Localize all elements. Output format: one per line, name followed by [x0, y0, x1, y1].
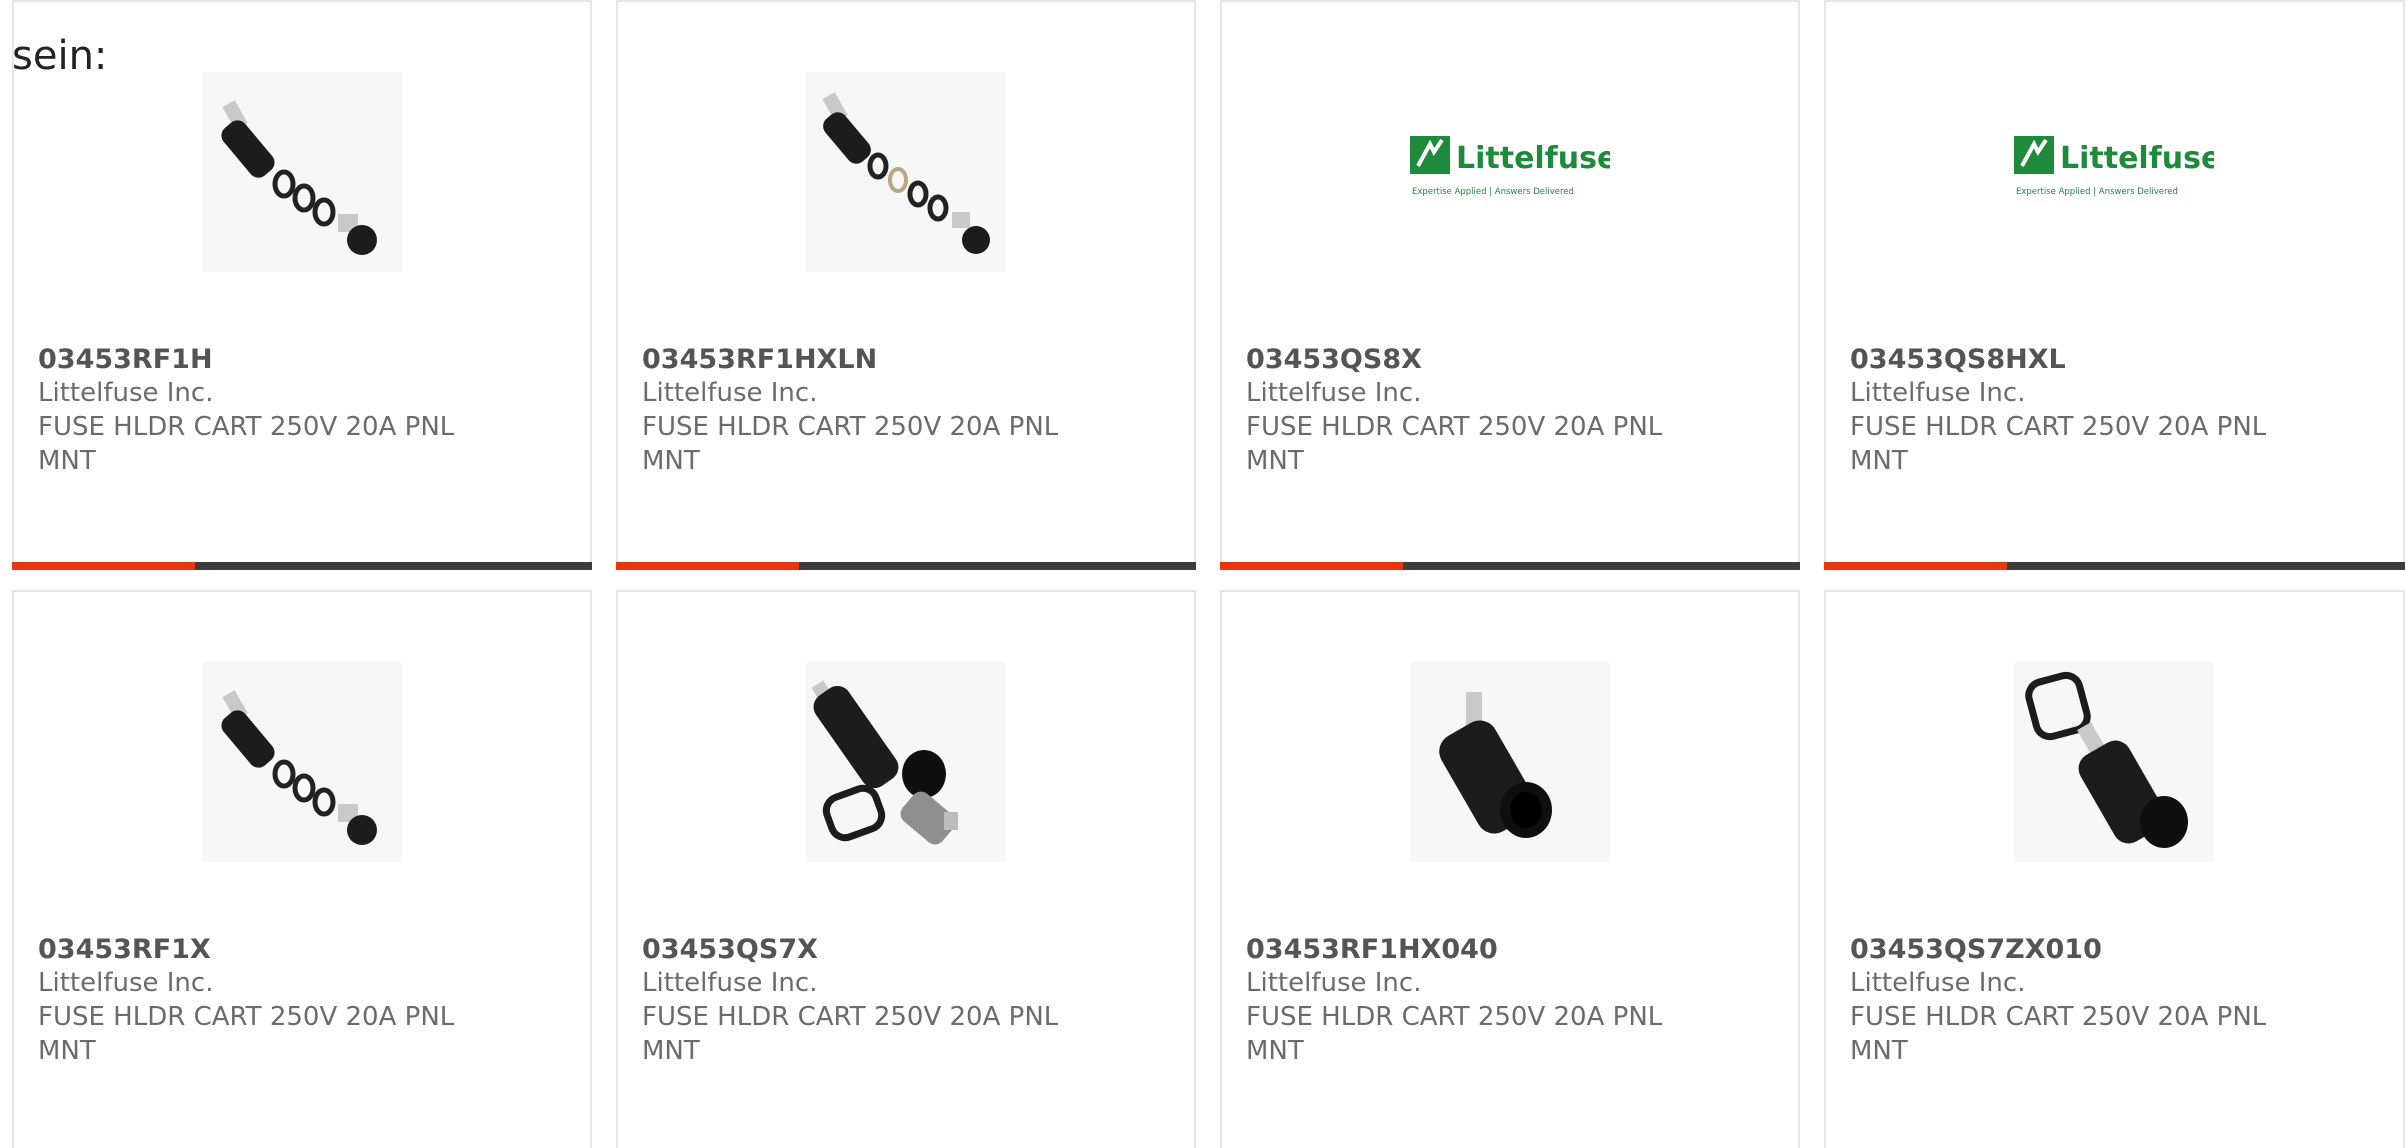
fuse-holder-exploded-icon: [806, 72, 1006, 272]
part-number-link[interactable]: 03453QS8HXL: [1850, 342, 2066, 378]
card-accent-bar: [1220, 562, 1403, 570]
fuse-holder-body-icon: [1410, 662, 1610, 862]
svg-text:Expertise Applied | Answers De: Expertise Applied | Answers Delivered: [2016, 187, 2178, 197]
littelfuse-logo: Littelfuse Expertise Applied | Answers D…: [2014, 72, 2214, 272]
product-card[interactable]: 03453RF1H Littelfuse Inc. FUSE HLDR CART…: [12, 0, 592, 570]
product-card[interactable]: 03453QS7X Littelfuse Inc. FUSE HLDR CART…: [616, 590, 1196, 1148]
description: FUSE HLDR CART 250V 20A PNL MNT: [1850, 412, 2267, 476]
fuse-holder-with-cap-icon: [806, 662, 1006, 862]
manufacturer: Littelfuse Inc.: [642, 378, 818, 408]
description: FUSE HLDR CART 250V 20A PNL MNT: [1246, 412, 1663, 476]
product-card[interactable]: 03453RF1X Littelfuse Inc. FUSE HLDR CART…: [12, 590, 592, 1148]
part-number-link[interactable]: 03453RF1HX040: [1246, 932, 1498, 968]
svg-text:Littelfuse: Littelfuse: [1456, 141, 1610, 176]
description: FUSE HLDR CART 250V 20A PNL MNT: [642, 1002, 1059, 1066]
card-footer-bar: [12, 562, 592, 570]
card-footer-bar: [616, 562, 1196, 570]
card-footer-bar: [1220, 562, 1800, 570]
product-card[interactable]: 03453QS7ZX010 Littelfuse Inc. FUSE HLDR …: [1824, 590, 2405, 1148]
littelfuse-logo: Littelfuse Expertise Applied | Answers D…: [1410, 72, 1610, 272]
card-accent-bar: [12, 562, 195, 570]
product-card[interactable]: Littelfuse Expertise Applied | Answers D…: [1220, 0, 1800, 570]
manufacturer: Littelfuse Inc.: [1850, 378, 2026, 408]
card-footer-bar: [1824, 562, 2405, 570]
description: FUSE HLDR CART 250V 20A PNL MNT: [1850, 1002, 2267, 1066]
intro-text: sein:: [12, 33, 108, 79]
fuse-holder-exploded-icon: [202, 662, 402, 862]
product-card[interactable]: 03453RF1HX040 Littelfuse Inc. FUSE HLDR …: [1220, 590, 1800, 1148]
svg-text:Expertise Applied | Answers De: Expertise Applied | Answers Delivered: [1412, 187, 1574, 197]
fuse-holder-with-gasket-icon: [2014, 662, 2214, 862]
part-number-link[interactable]: 03453QS8X: [1246, 342, 1422, 378]
manufacturer: Littelfuse Inc.: [38, 968, 214, 998]
description: FUSE HLDR CART 250V 20A PNL MNT: [642, 412, 1059, 476]
manufacturer: Littelfuse Inc.: [642, 968, 818, 998]
manufacturer: Littelfuse Inc.: [1850, 968, 2026, 998]
product-card[interactable]: Littelfuse Expertise Applied | Answers D…: [1824, 0, 2405, 570]
manufacturer: Littelfuse Inc.: [1246, 378, 1422, 408]
part-number-link[interactable]: 03453RF1X: [38, 932, 211, 968]
card-accent-bar: [616, 562, 799, 570]
product-grid: 03453RF1H Littelfuse Inc. FUSE HLDR CART…: [0, 0, 2405, 1148]
part-number-link[interactable]: 03453QS7X: [642, 932, 818, 968]
description: FUSE HLDR CART 250V 20A PNL MNT: [38, 1002, 455, 1066]
description: FUSE HLDR CART 250V 20A PNL MNT: [1246, 1002, 1663, 1066]
manufacturer: Littelfuse Inc.: [1246, 968, 1422, 998]
part-number-link[interactable]: 03453RF1HXLN: [642, 342, 877, 378]
part-number-link[interactable]: 03453QS7ZX010: [1850, 932, 2102, 968]
product-card[interactable]: 03453RF1HXLN Littelfuse Inc. FUSE HLDR C…: [616, 0, 1196, 570]
fuse-holder-exploded-icon: [202, 72, 402, 272]
manufacturer: Littelfuse Inc.: [38, 378, 214, 408]
part-number-link[interactable]: 03453RF1H: [38, 342, 213, 378]
card-accent-bar: [1824, 562, 2007, 570]
description: FUSE HLDR CART 250V 20A PNL MNT: [38, 412, 455, 476]
svg-text:Littelfuse: Littelfuse: [2060, 141, 2214, 176]
